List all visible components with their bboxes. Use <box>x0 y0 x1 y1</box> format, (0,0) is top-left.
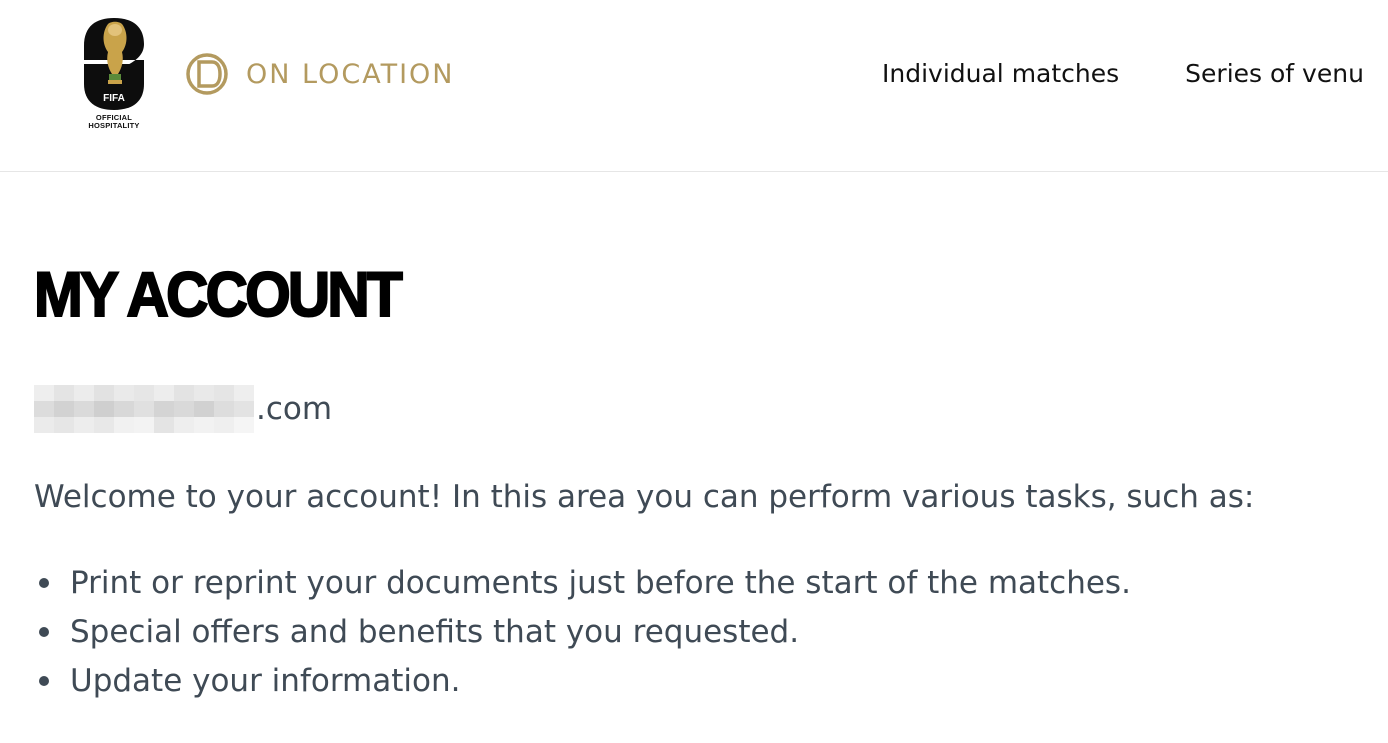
account-content: MY ACCOUNT .com Welcome to your account!… <box>33 260 1364 699</box>
account-email: .com <box>34 384 332 434</box>
welcome-text: Welcome to your account! In this area yo… <box>34 479 1255 515</box>
site-header: FIFA OFFICIAL HOSPITALITY ON LOCATION In… <box>0 0 1388 172</box>
list-item: Print or reprint your documents just bef… <box>34 558 1131 607</box>
main-nav: Individual matches Series of venu <box>882 56 1388 92</box>
official-hospitality-label: OFFICIAL HOSPITALITY <box>82 114 146 130</box>
bullet-icon <box>39 577 49 588</box>
redacted-email-blur <box>34 385 254 433</box>
task-text: Special offers and benefits that you req… <box>70 613 800 650</box>
bullet-icon <box>39 675 49 686</box>
email-domain-suffix: .com <box>256 391 333 427</box>
bullet-icon <box>39 626 49 637</box>
page-title: MY ACCOUNT <box>33 260 404 330</box>
task-text: Update your information. <box>70 662 461 699</box>
fifa-mark-text: FIFA <box>103 93 125 104</box>
task-text: Print or reprint your documents just bef… <box>70 564 1131 601</box>
on-location-wordmark: ON LOCATION <box>246 58 455 90</box>
nav-series-of-venues[interactable]: Series of venu <box>1185 56 1364 92</box>
nav-individual-matches[interactable]: Individual matches <box>882 56 1119 92</box>
fifa-world-cup-26-logo[interactable]: FIFA OFFICIAL HOSPITALITY <box>82 16 148 134</box>
task-list: Print or reprint your documents just bef… <box>34 558 1131 705</box>
on-location-logo-icon <box>186 53 228 95</box>
hospitality-label: HOSPITALITY <box>88 121 140 130</box>
on-location-brand[interactable]: ON LOCATION <box>184 52 455 96</box>
list-item: Update your information. <box>34 656 1131 705</box>
list-item: Special offers and benefits that you req… <box>34 607 1131 656</box>
